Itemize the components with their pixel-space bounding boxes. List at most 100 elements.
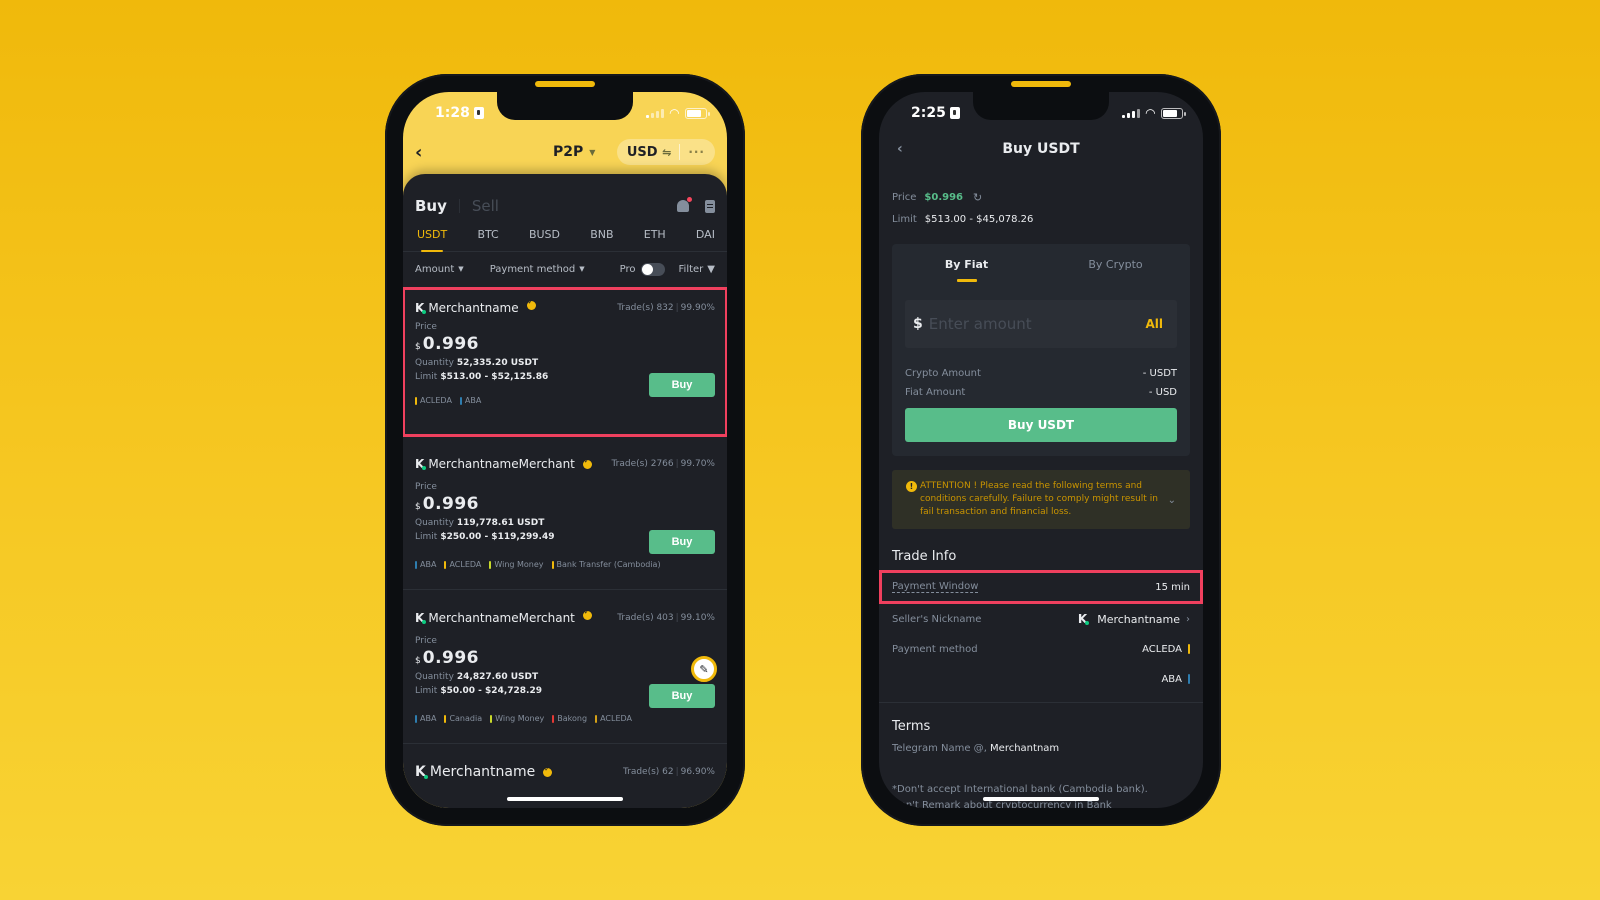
payment-method-filter[interactable]: Payment method ▼ (490, 264, 585, 275)
terms-note-line: *Don't accept International bank (Cambod… (892, 784, 1148, 795)
payment-tag: ACLEDA (444, 560, 481, 569)
home-indicator[interactable] (983, 797, 1099, 801)
refresh-icon[interactable]: ↻ (973, 191, 982, 204)
merchant-name[interactable]: Merchantname (428, 301, 518, 315)
buy-header: ‹ Buy USDT (879, 132, 1203, 166)
merchant-stats: Trade(s) 403 | 99.10% (617, 613, 715, 623)
seller-row[interactable]: Seller's Nickname K Merchantname › (892, 604, 1190, 634)
tag-label: ACLEDA (449, 560, 482, 569)
back-button[interactable]: ‹ (897, 141, 917, 157)
pro-toggle[interactable] (640, 262, 665, 276)
merchant-name[interactable]: MerchantnameMerchant (428, 611, 575, 625)
edit-floating-button[interactable]: ✎ (691, 656, 717, 682)
currency-symbol: $ (415, 656, 421, 666)
trade-info-title: Trade Info (892, 549, 957, 564)
filter-button[interactable]: Filter ▼ (679, 264, 715, 275)
attention-banner[interactable]: ! ATTENTION ! Please read the following … (892, 470, 1190, 529)
limit-label: Limit (415, 372, 438, 382)
tab-sell[interactable]: Sell (472, 197, 499, 215)
price-value: $0.996 (415, 334, 715, 354)
payment-tag: Canadia (444, 714, 482, 723)
coin-tab-btc[interactable]: BTC (477, 228, 498, 252)
tag-label: Bakong (557, 714, 588, 723)
price-value: $0.996 (415, 648, 715, 668)
limit-row: Limit $513.00 - $45,078.26 (879, 208, 1203, 230)
limit-value: $513.00 - $52,125.86 (440, 372, 549, 382)
funnel-icon: ▼ (707, 263, 715, 275)
quantity-label: Quantity (415, 518, 454, 528)
page-title: Buy USDT (1002, 141, 1080, 157)
merchant-name[interactable]: MerchantnameMerchant (428, 457, 575, 471)
order-mode-tabs: By Fiat By Crypto (892, 244, 1190, 284)
ad-card: K MerchantnameMerchant Trade(s) 2766|99.… (403, 436, 727, 590)
merchant-stats: Trade(s) 832 | 99.90% (617, 303, 715, 313)
attention-text: ATTENTION ! Please read the following te… (920, 481, 1158, 517)
buy-usdt-screen: 2:25 ◠ ‹ Buy USDT Price $0.996 ↻ Limit $… (879, 92, 1203, 808)
p2p-header: ‹ P2P ▼ USD ⇋ ··· (403, 132, 727, 172)
phone-speaker (535, 81, 595, 87)
quantity-value: 119,778.61 USDT (456, 518, 545, 528)
buy-button[interactable]: Buy (649, 373, 715, 397)
seller-label: Seller's Nickname (892, 613, 982, 625)
payment-window-label[interactable]: Payment Window (892, 581, 979, 593)
completion-rate: 99.90% (680, 303, 715, 313)
merchant-name[interactable]: Merchantname (430, 764, 535, 780)
order-card: By Fiat By Crypto $ All Crypto Amount - … (892, 244, 1190, 456)
coin-tab-usdt[interactable]: USDT (417, 228, 447, 252)
home-indicator[interactable] (507, 797, 623, 801)
tag-color-bar (415, 560, 417, 569)
tag-color-bar (490, 714, 493, 723)
tag-label: ABA (420, 714, 437, 723)
notification-bell-icon[interactable] (677, 197, 692, 212)
payment-tag: Bakong (552, 714, 587, 723)
tab-by-crypto[interactable]: By Crypto (1041, 244, 1190, 284)
back-button[interactable]: ‹ (415, 142, 435, 163)
p2p-mode-selector[interactable]: P2P ▼ (553, 144, 595, 160)
price-number: 0.996 (422, 494, 480, 514)
payment-window-row: Payment Window 15 min (879, 570, 1203, 604)
notch (973, 92, 1109, 120)
buy-button[interactable]: Buy (649, 530, 715, 554)
payment-method-value: ABA (1161, 673, 1182, 685)
limit-label: Limit (415, 686, 438, 696)
tag-color-bar (1188, 644, 1190, 654)
tag-color-bar (415, 714, 417, 723)
orders-document-icon[interactable] (705, 199, 715, 213)
limit-value: $50.00 - $24,728.29 (440, 686, 542, 696)
tab-by-fiat[interactable]: By Fiat (892, 244, 1041, 284)
currency-pill: USD ⇋ ··· (616, 139, 715, 165)
tag-color-bar (415, 396, 417, 405)
completion-rate: 96.90% (680, 767, 715, 777)
caret-down-icon: ▼ (579, 265, 585, 273)
more-icon[interactable]: ··· (688, 145, 705, 159)
coin-tab-eth[interactable]: ETH (644, 228, 666, 252)
quantity-row: Quantity 119,778.61 USDT (415, 518, 715, 528)
coin-tab-busd[interactable]: BUSD (529, 228, 560, 252)
amount-input[interactable] (928, 315, 1146, 333)
tag-color-bar (444, 714, 447, 723)
quantity-value: 52,335.20 USDT (456, 358, 539, 368)
wifi-icon: ◠ (1145, 106, 1155, 120)
payment-tags: ACLEDA ABA (415, 396, 715, 405)
double-chevron-down-icon[interactable]: ⌄ (1168, 494, 1176, 507)
filter-label: Filter (678, 263, 704, 275)
coin-tab-dai[interactable]: DAI (696, 228, 715, 252)
battery-icon (685, 107, 710, 119)
buy-usdt-button[interactable]: Buy USDT (905, 408, 1177, 442)
coin-tab-bnb[interactable]: BNB (590, 228, 613, 252)
ad-card: K Merchantname Trade(s) 832|99.90% Price… (403, 287, 727, 437)
telegram-name: Merchantnam (990, 743, 1060, 754)
payment-tag: ABA (415, 714, 436, 723)
tab-buy[interactable]: Buy (415, 197, 447, 215)
price-label: Price (892, 191, 917, 203)
amount-filter[interactable]: Amount ▼ (415, 264, 464, 275)
quantity-label: Quantity (415, 672, 454, 682)
all-button[interactable]: All (1145, 317, 1163, 331)
buy-button[interactable]: Buy (649, 684, 715, 708)
currency-selector[interactable]: USD ⇋ (627, 145, 671, 160)
wifi-icon: ◠ (669, 106, 679, 120)
tag-label: Bank Transfer (Cambodia) (556, 560, 661, 569)
tag-color-bar (444, 560, 447, 569)
fiat-amount-row: Fiat Amount - USD (905, 383, 1177, 402)
tag-color-bar (552, 714, 555, 723)
